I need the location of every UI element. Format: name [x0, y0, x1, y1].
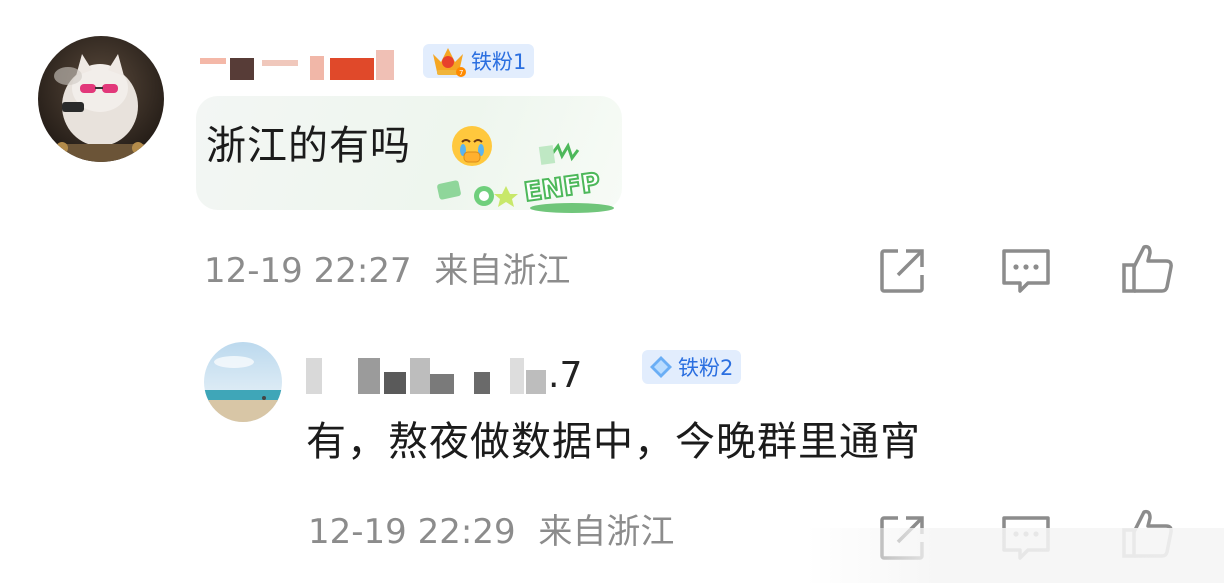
reply-timestamp: 12-19 22:29	[308, 512, 516, 552]
reply-meta: 12-19 22:29 来自浙江	[308, 515, 674, 549]
comment-timestamp: 12-19 22:27	[204, 251, 412, 291]
commenter-username[interactable]	[200, 42, 410, 80]
thumbs-up-icon[interactable]	[1120, 241, 1173, 293]
svg-text:7: 7	[459, 69, 463, 77]
reply-text: 有，熬夜做数据中，今晚群里通宵	[306, 419, 921, 465]
comment-icon[interactable]	[1000, 245, 1052, 297]
fan-level-badge[interactable]: 7 铁粉1	[423, 44, 535, 78]
comment-location: 来自浙江	[434, 251, 571, 291]
crown-icon: 7	[429, 44, 467, 78]
commenter-avatar[interactable]	[38, 36, 164, 162]
sticker-text: ENFP	[522, 168, 602, 208]
replier-avatar[interactable]	[204, 342, 282, 422]
replier-username-suffix: .7	[548, 355, 583, 396]
enfp-sticker: ENFP	[432, 138, 622, 216]
reply-location: 来自浙江	[538, 512, 675, 552]
comment-text: 浙江的有吗	[206, 123, 411, 169]
share-icon[interactable]	[876, 245, 928, 297]
watermark-overlay	[806, 528, 1224, 583]
diamond-icon	[648, 354, 674, 380]
badge-label: 铁粉1	[471, 50, 527, 74]
comment-meta: 12-19 22:27 来自浙江	[204, 254, 570, 288]
badge-label: 铁粉2	[678, 356, 734, 380]
fan-level-badge[interactable]: 铁粉2	[642, 350, 742, 384]
replier-username[interactable]: .7	[306, 348, 596, 394]
